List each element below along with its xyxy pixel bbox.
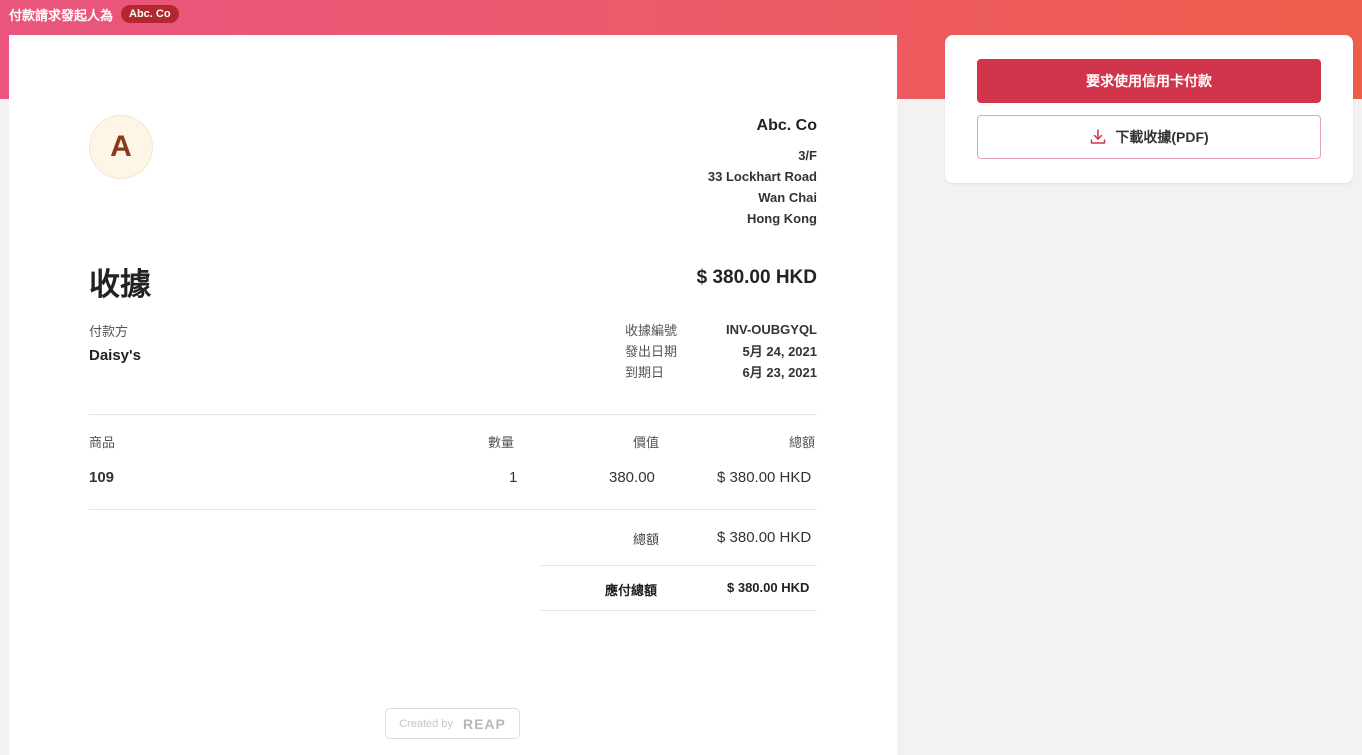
row-total: $ 380.00 HKD <box>717 469 812 486</box>
receipt-amount: $ 380.00 HKD <box>696 267 817 288</box>
actions-panel: 要求使用信用卡付款 下載收據(PDF) <box>945 35 1353 183</box>
meta-key: 發出日期 <box>625 344 678 359</box>
created-by-text: Created by <box>399 717 453 730</box>
receipt-card: A Abc. Co 3/F 33 Lockhart Road Wan Chai … <box>9 35 897 755</box>
requester-badge: Abc. Co <box>121 5 179 23</box>
receipt-title: 收據 <box>89 267 151 302</box>
meta-row-number: 收據編號 INV-OUBGYQL <box>625 319 817 340</box>
row-price: 380.00 <box>609 469 655 486</box>
company-avatar: A <box>89 115 153 179</box>
row-item: 109 <box>89 469 115 486</box>
download-button-label: 下載收據(PDF) <box>1115 129 1209 145</box>
header-title-text: 付款請求發起人為 <box>9 7 114 23</box>
meta-value: 6月 23, 2021 <box>742 365 817 380</box>
address-line: 33 Lockhart Road <box>707 169 817 184</box>
summary-due-label: 應付總額 <box>605 583 658 598</box>
divider <box>89 414 817 415</box>
pay-button-label: 要求使用信用卡付款 <box>1086 73 1212 89</box>
column-header-qty: 數量 <box>488 435 515 450</box>
column-header-total: 總額 <box>789 435 816 450</box>
download-receipt-button[interactable]: 下載收據(PDF) <box>977 115 1321 159</box>
company-name: Abc. Co <box>756 117 817 134</box>
meta-value: 5月 24, 2021 <box>742 344 817 359</box>
payer-label: 付款方 <box>89 324 129 339</box>
divider <box>541 565 817 566</box>
summary-due-value: $ 380.00 HKD <box>727 580 810 595</box>
reap-logo: REAP <box>462 715 506 732</box>
company-info: Abc. Co 3/F 33 Lockhart Road Wan Chai Ho… <box>708 117 817 229</box>
receipt-meta: 收據編號 INV-OUBGYQL 發出日期 5月 24, 2021 到期日 6月… <box>625 319 817 382</box>
meta-key: 收據編號 <box>625 323 678 338</box>
payer-name: Daisy's <box>89 347 141 364</box>
meta-value: INV-OUBGYQL <box>725 322 817 337</box>
meta-row-due: 到期日 6月 23, 2021 <box>625 361 817 382</box>
address-line: Hong Kong <box>746 211 817 226</box>
pay-by-credit-card-button[interactable]: 要求使用信用卡付款 <box>977 59 1321 103</box>
column-header-item: 商品 <box>89 435 116 450</box>
created-by-reap-link[interactable]: Created by REAP <box>385 708 520 739</box>
download-icon <box>1089 128 1107 146</box>
summary-total-label: 總額 <box>633 532 660 547</box>
meta-row-issued: 發出日期 5月 24, 2021 <box>625 340 817 361</box>
header-title: 付款請求發起人為 Abc. Co <box>9 5 179 23</box>
address-line: 3/F <box>798 148 817 163</box>
summary-total-value: $ 380.00 HKD <box>717 529 812 546</box>
row-qty: 1 <box>509 469 518 486</box>
column-header-price: 價值 <box>633 435 660 450</box>
divider <box>89 509 817 510</box>
meta-key: 到期日 <box>625 365 665 380</box>
divider <box>541 610 817 611</box>
address-line: Wan Chai <box>758 190 817 205</box>
